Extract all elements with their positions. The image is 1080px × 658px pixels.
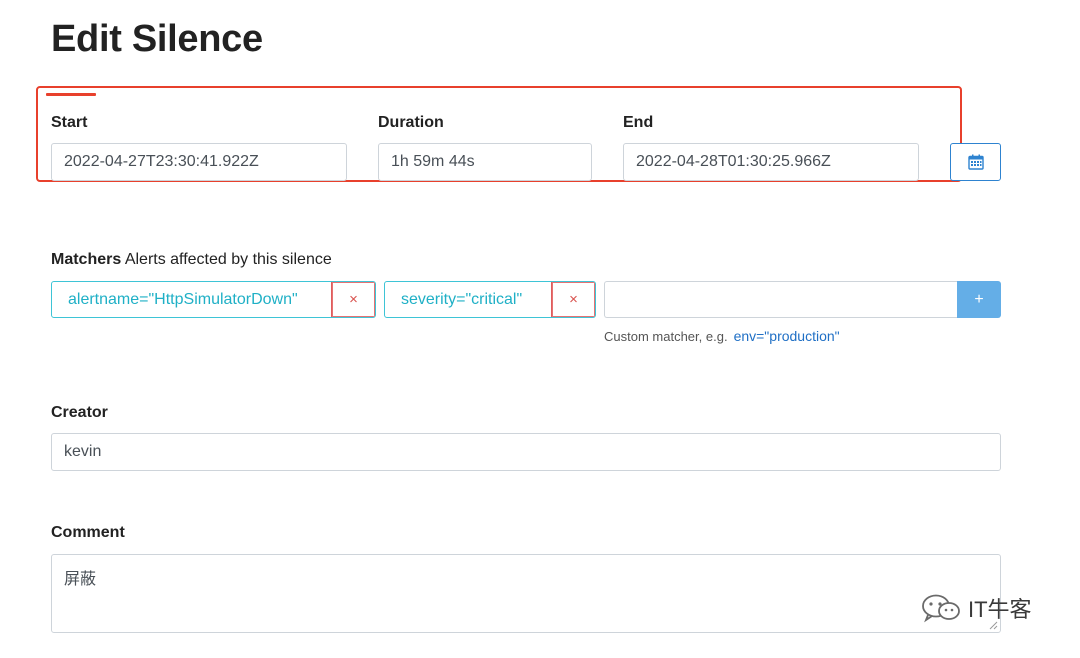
creator-label: Creator — [51, 404, 108, 421]
matcher-remove-button[interactable]: × — [331, 282, 375, 317]
duration-input[interactable]: 1h 59m 44s — [378, 143, 592, 181]
wechat-icon — [922, 594, 960, 623]
custom-matcher-input[interactable] — [604, 281, 957, 318]
matcher-remove-button[interactable]: × — [551, 282, 595, 317]
matcher-hint-example: env="production" — [733, 328, 840, 344]
comment-textarea[interactable]: 屏蔽 — [51, 554, 1001, 633]
start-label: Start — [51, 114, 88, 131]
matcher-chip: alertname="HttpSimulatorDown" × — [51, 281, 376, 318]
matchers-heading-rest: Alerts affected by this silence — [121, 251, 332, 268]
watermark: IT牛客 — [920, 592, 1032, 624]
highlight-underline — [46, 93, 96, 96]
matcher-chip-text[interactable]: severity="critical" — [385, 282, 551, 317]
watermark-text: IT牛客 — [968, 597, 1032, 622]
end-input[interactable]: 2022-04-28T01:30:25.966Z — [623, 143, 919, 181]
calendar-button[interactable] — [950, 143, 1001, 181]
matcher-hint: Custom matcher, e.g. env="production" — [604, 328, 840, 344]
matcher-chip: severity="critical" × — [384, 281, 596, 318]
matcher-hint-prefix: Custom matcher, e.g. — [604, 329, 728, 344]
matchers-heading-bold: Matchers — [51, 251, 122, 268]
calendar-icon — [967, 154, 984, 170]
page-title: Edit Silence — [51, 18, 263, 60]
matcher-chip-text[interactable]: alertname="HttpSimulatorDown" — [52, 282, 331, 317]
end-label: End — [623, 114, 654, 131]
comment-text: 屏蔽 — [64, 571, 97, 588]
duration-label: Duration — [378, 114, 444, 131]
matchers-heading: Matchers Alerts affected by this silence — [51, 251, 332, 269]
comment-label: Comment — [51, 524, 125, 541]
add-matcher-button[interactable]: + — [957, 281, 1001, 318]
start-input[interactable]: 2022-04-27T23:30:41.922Z — [51, 143, 347, 181]
creator-input[interactable]: kevin — [51, 433, 1001, 471]
